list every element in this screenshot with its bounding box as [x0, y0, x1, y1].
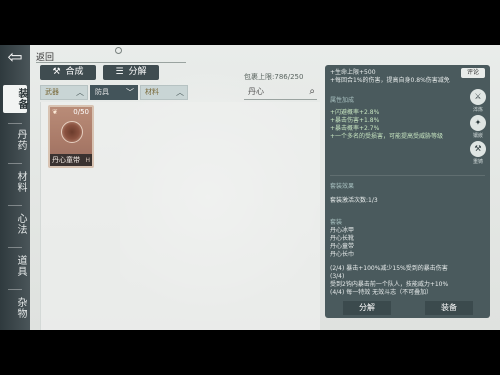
tab-pills[interactable]: 丹药: [4, 129, 26, 151]
capacity-label: 包裹上限:786/250: [244, 73, 304, 81]
item-tag: H: [85, 157, 90, 164]
hammer-icon: ⚒: [52, 67, 61, 77]
refine-icon[interactable]: ⚔: [470, 89, 486, 105]
set-piece: 丹心冰甲: [330, 227, 355, 234]
filter-armor-label: 防具: [95, 88, 109, 96]
search-value: 丹心: [248, 87, 264, 96]
title-divider: [36, 62, 186, 63]
filter-material[interactable]: 材料 ︿: [140, 85, 188, 100]
detail-line: 套装激活次数:1/3: [330, 197, 378, 204]
reforge-icon[interactable]: ⚒: [470, 141, 486, 157]
craft-label: 合成: [65, 67, 84, 77]
tab-items[interactable]: 道具: [4, 255, 26, 277]
detail-section-head: 套装: [330, 219, 343, 226]
inlay-caption: 镶嵌: [472, 133, 483, 139]
quality-icon: ❦: [52, 108, 58, 116]
detail-line: +生命上限+500: [330, 69, 376, 76]
tab-equipment[interactable]: 装备: [3, 85, 27, 113]
detail-line: +闪避概率+2.8%: [330, 109, 380, 116]
item-detail-panel: 评论 +生命上限+500 +每回合1%的伤害，提高自身0.8%伤害减免 属性加成…: [325, 65, 490, 318]
decompose-top-button[interactable]: ☰ 分解: [103, 65, 159, 80]
scroll-icon: ☰: [115, 67, 124, 77]
capacity-text: 包裹上限: [244, 73, 272, 81]
item-count: 0/50: [73, 108, 89, 116]
set-bonus: (2/4) 暴击+100%减少15%受到的暴击伤害: [330, 265, 448, 272]
tab-divider: [8, 163, 22, 164]
back-arrow-icon[interactable]: ⇦: [2, 49, 28, 67]
detail-section-head: 属性加成: [330, 97, 355, 104]
detail-line: +一个多名的受损害，可能提高受威胁等级: [330, 133, 444, 140]
detail-line: +暴击概率+2.7%: [330, 125, 380, 132]
tab-manuals[interactable]: 心法: [4, 213, 26, 235]
refine-caption: 淬炼: [472, 107, 483, 113]
inventory-item[interactable]: ❦ 0/50 丹心童带 H: [48, 105, 94, 168]
tab-materials[interactable]: 材料: [4, 171, 26, 193]
detail-line: +每回合1%的伤害，提高自身0.8%伤害减免: [330, 77, 450, 84]
search-input[interactable]: 丹心 ⌕: [244, 85, 317, 100]
set-bonus: (3/4): [330, 273, 345, 280]
tab-divider: [8, 123, 22, 124]
ornament-icon: [115, 47, 122, 54]
capacity-value: 786/250: [274, 73, 304, 81]
tab-divider: [8, 289, 22, 290]
chevron-down-icon: ﹀: [126, 88, 134, 97]
equip-button[interactable]: 装备: [425, 301, 473, 315]
craft-button[interactable]: ⚒ 合成: [40, 65, 96, 80]
set-bonus: (4/4) 每一特效 无效斗志（不可叠加）: [330, 289, 433, 296]
set-piece: 丹心长巾: [330, 251, 355, 258]
game-window: ⇦ 装备 丹药 材料 心法 道具 杂物 返回 ⚒ 合成 ☰ 分解 武器 ︿ 防具…: [0, 45, 500, 330]
reforge-caption: 重铸: [472, 159, 483, 165]
decompose-label: 分解: [128, 67, 147, 77]
chevron-up-icon: ︿: [176, 88, 184, 97]
tab-divider: [8, 247, 22, 248]
filter-material-label: 材料: [145, 88, 159, 96]
review-button[interactable]: 评论: [461, 68, 485, 78]
chevron-up-icon: ︿: [76, 88, 84, 97]
sidebar: ⇦ 装备 丹药 材料 心法 道具 杂物: [0, 45, 30, 330]
detail-section-head: 套装效果: [330, 183, 355, 190]
search-icon[interactable]: ⌕: [309, 85, 315, 99]
detail-divider: [330, 175, 485, 176]
set-piece: 丹心长靴: [330, 235, 355, 242]
set-piece: 丹心童带: [330, 243, 355, 250]
tab-divider: [8, 205, 22, 206]
tab-misc[interactable]: 杂物: [4, 297, 26, 319]
decompose-button[interactable]: 分解: [343, 301, 391, 315]
belt-icon: [61, 121, 83, 143]
filter-weapon-label: 武器: [45, 88, 59, 96]
filter-armor[interactable]: 防具 ﹀: [90, 85, 138, 100]
filter-weapon[interactable]: 武器 ︿: [40, 85, 88, 100]
inlay-icon[interactable]: ✦: [470, 115, 486, 131]
set-bonus: 受到2钩内暴击前一个队人，技能威力+10%: [330, 281, 449, 288]
detail-line: +暴击伤害+1.8%: [330, 117, 380, 124]
